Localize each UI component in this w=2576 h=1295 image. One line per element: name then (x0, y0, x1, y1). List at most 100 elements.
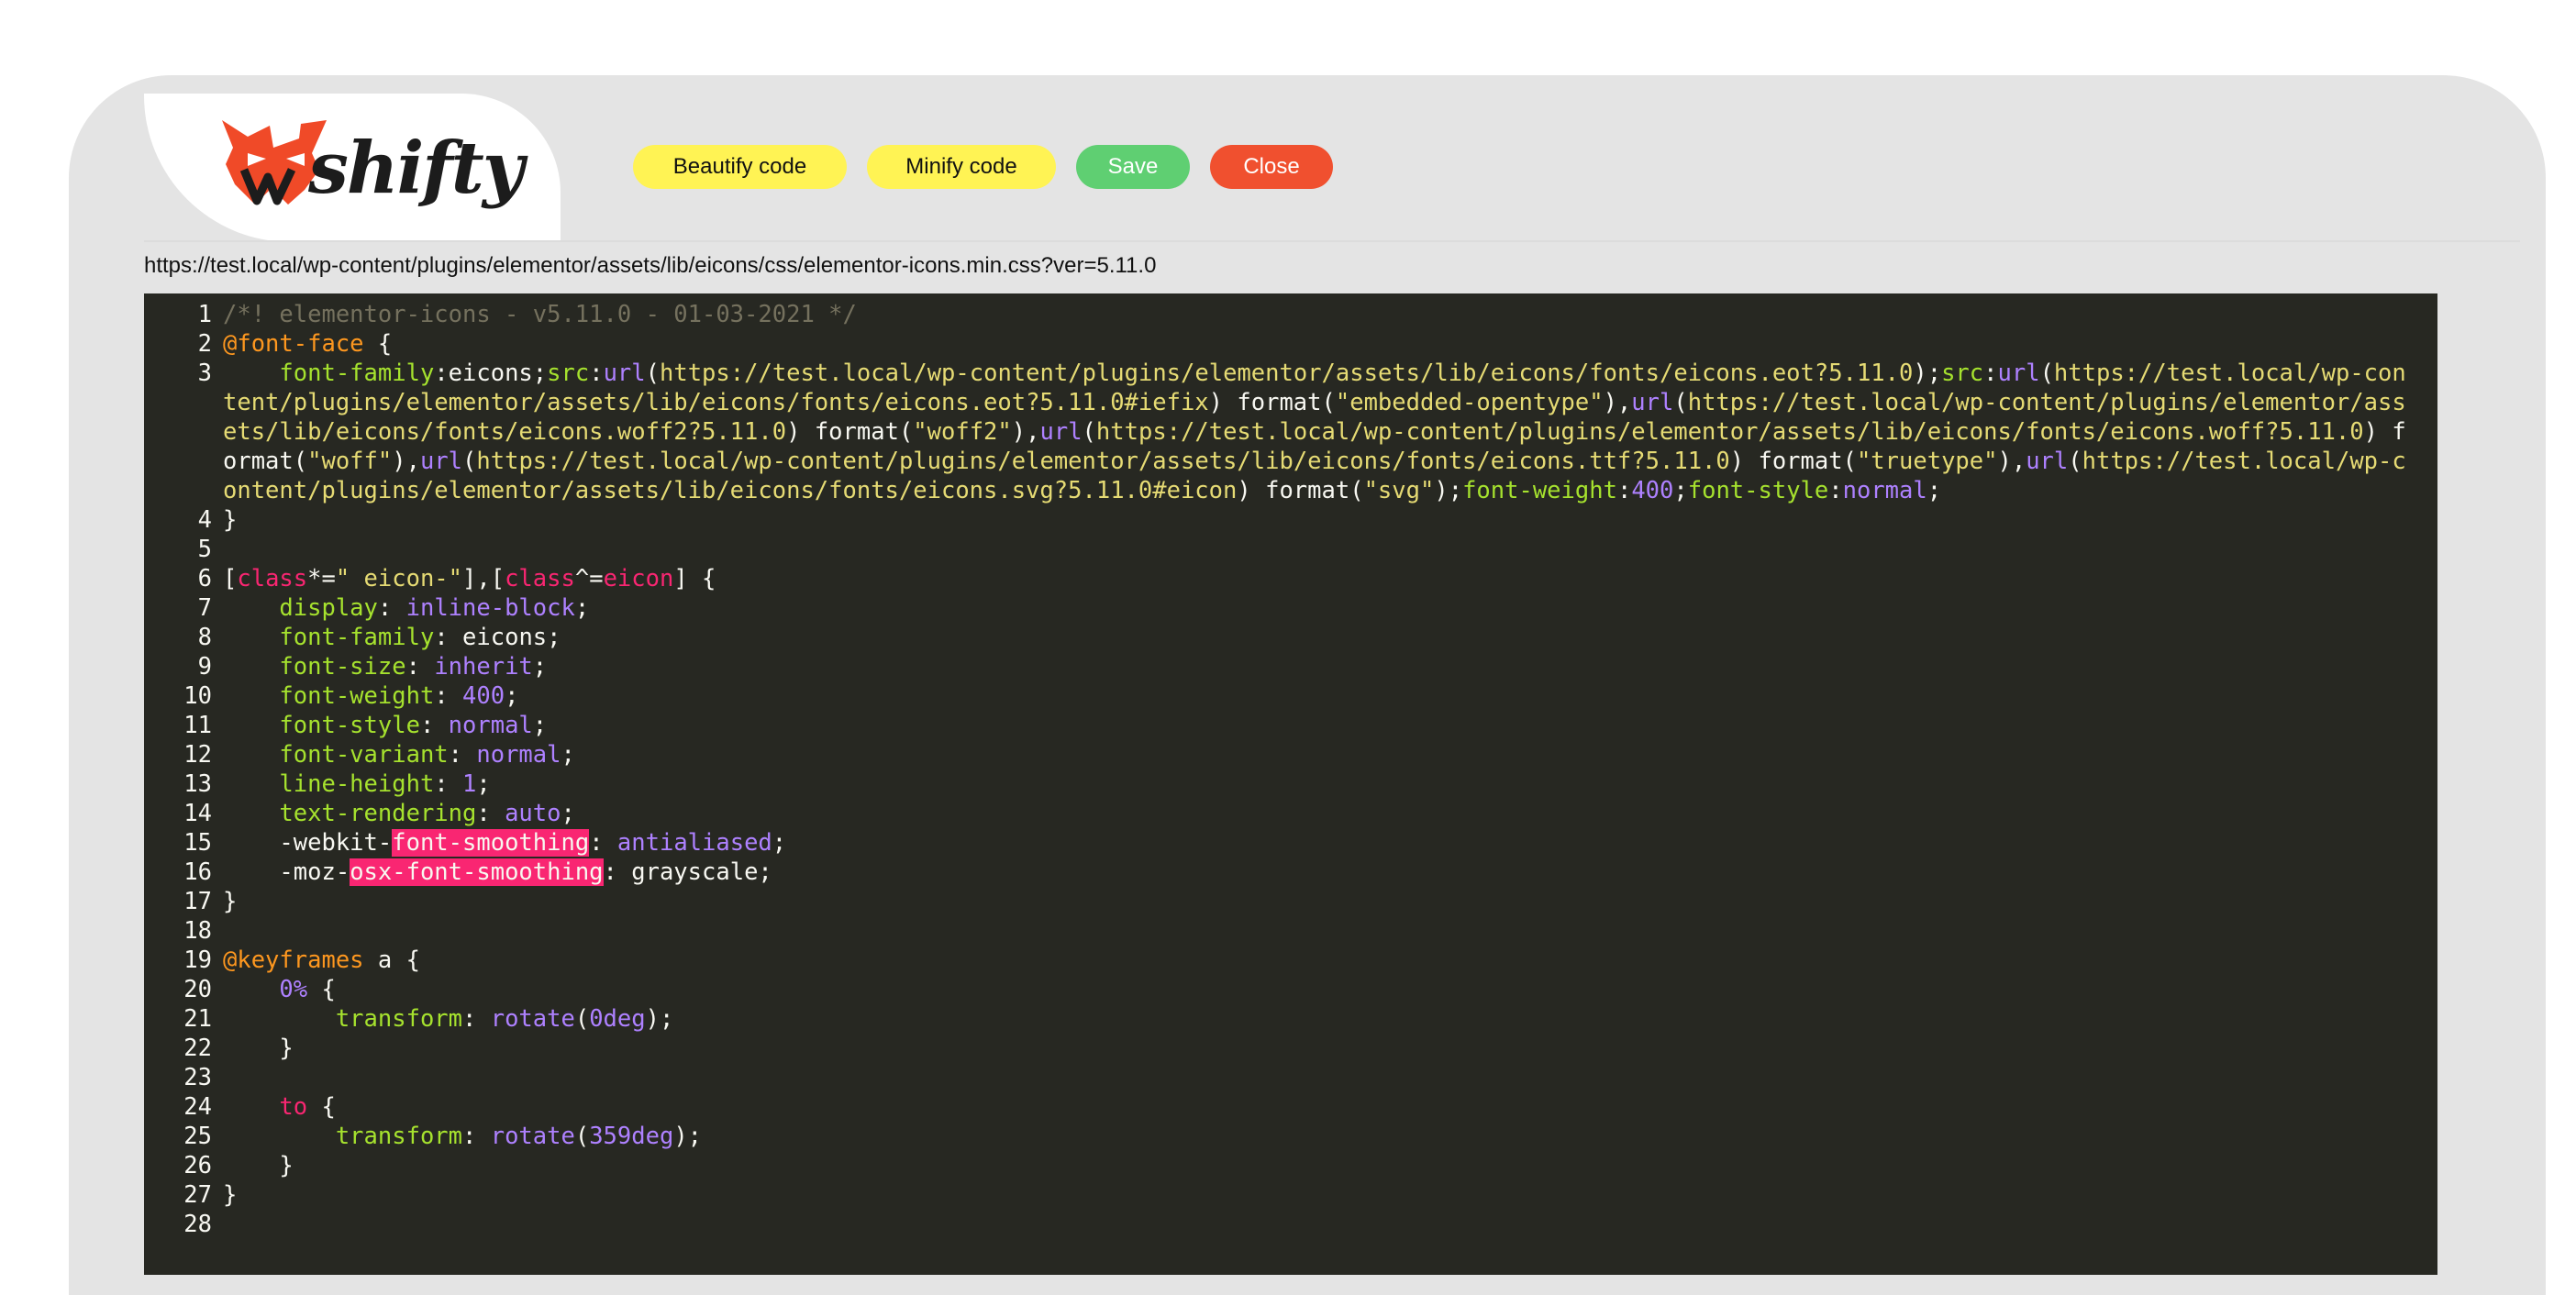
line-number: 27 (183, 1181, 212, 1209)
code-line[interactable]: 7 display: inline-block; (144, 593, 2437, 623)
code-line[interactable]: 6 [class*=" eicon-"],[class^=eicon] { (144, 564, 2437, 593)
code-lines: 1 /*! elementor-icons - v5.11.0 - 01-03-2… (144, 300, 2437, 1239)
code-line[interactable]: 11 font-style: normal; (144, 711, 2437, 740)
code-token: transform (335, 1005, 462, 1033)
line-code: } (223, 505, 2415, 535)
code-token: url (419, 448, 463, 475)
code-line[interactable]: 22 } (144, 1034, 2437, 1063)
code-token: } (223, 1181, 238, 1209)
code-token: "woff2" (913, 418, 1012, 446)
code-token: font-style (1687, 477, 1829, 504)
code-token: font-family (279, 624, 435, 651)
code-line[interactable]: 26 } (144, 1151, 2437, 1180)
line-number: 24 (183, 1093, 212, 1121)
line-code: font-style: normal; (223, 711, 2415, 740)
code-line[interactable]: 23 (144, 1063, 2437, 1092)
minify-code-button[interactable]: Minify code (867, 145, 1056, 189)
line-number: 12 (183, 741, 212, 769)
beautify-code-button[interactable]: Beautify code (633, 145, 847, 189)
code-token: url (1997, 360, 2040, 387)
code-token: url (1039, 418, 1083, 446)
code-token: : (434, 770, 463, 798)
code-token: 0% (279, 976, 308, 1003)
line-number: 4 (197, 506, 212, 534)
code-token: ; (547, 624, 561, 651)
code-line[interactable]: 13 line-height: 1; (144, 769, 2437, 799)
code-token: 400 (1631, 477, 1674, 504)
code-line[interactable]: 15 -webkit-font-smoothing: antialiased; (144, 828, 2437, 858)
code-token: : (462, 1123, 491, 1150)
code-line[interactable]: 9 font-size: inherit; (144, 652, 2437, 681)
code-token: a (363, 946, 406, 974)
code-token: ), (1997, 448, 2026, 475)
code-line[interactable]: 28 (144, 1210, 2437, 1239)
code-token: normal (448, 712, 533, 739)
code-line[interactable]: 16 -moz-osx-font-smoothing: grayscale; (144, 858, 2437, 887)
code-token: rotate (490, 1123, 575, 1150)
code-token: [ (223, 565, 238, 592)
code-line[interactable]: 12 font-variant: normal; (144, 740, 2437, 769)
code-token: ) (1237, 477, 1266, 504)
code-token: font-weight (279, 682, 435, 710)
code-token: : (603, 858, 632, 886)
code-line[interactable]: 27} (144, 1180, 2437, 1210)
code-line[interactable]: 18 (144, 916, 2437, 946)
code-token: ) (1208, 389, 1238, 416)
code-line[interactable]: 4} (144, 505, 2437, 535)
line-number: 3 (197, 360, 212, 387)
code-line[interactable]: 1 /*! elementor-icons - v5.11.0 - 01-03-2… (144, 300, 2437, 329)
code-token: font-family (279, 360, 435, 387)
code-token: ); (645, 1005, 674, 1033)
code-token: format (1265, 477, 1350, 504)
save-button[interactable]: Save (1076, 145, 1190, 189)
line-code: @font-face { (223, 329, 2415, 359)
code-line[interactable]: 14 text-rendering: auto; (144, 799, 2437, 828)
code-token: ( (1321, 389, 1336, 416)
code-token: { (307, 1093, 336, 1121)
line-code: } (223, 1151, 2415, 1180)
code-line[interactable]: 5 (144, 535, 2437, 564)
code-token: ( (898, 418, 914, 446)
code-editor[interactable]: 1 /*! elementor-icons - v5.11.0 - 01-03-2… (144, 293, 2437, 1275)
code-token: "embedded-opentype" (1335, 389, 1604, 416)
code-token: 1 (462, 770, 477, 798)
code-token: format (1758, 448, 1843, 475)
code-token: -webkit- (223, 829, 393, 857)
code-token: font-smoothing (392, 829, 590, 857)
code-line[interactable]: 8 font-family: eicons; (144, 623, 2437, 652)
close-button[interactable]: Close (1210, 145, 1333, 189)
code-token: { (405, 946, 420, 974)
code-line[interactable]: 24 to { (144, 1092, 2437, 1122)
code-token: ; (505, 682, 519, 710)
code-token: ; (772, 829, 787, 857)
code-token: display (279, 594, 378, 622)
line-number: 19 (183, 946, 212, 974)
code-line[interactable]: 2 @font-face { (144, 329, 2437, 359)
code-token: https://test.local/wp-content/plugins/el… (476, 448, 1730, 475)
code-token: font-size (279, 653, 406, 681)
line-number: 26 (183, 1152, 212, 1179)
code-token: ( (1673, 389, 1688, 416)
code-token: class (237, 565, 308, 592)
code-token: ( (293, 448, 308, 475)
code-token: : (462, 1005, 491, 1033)
code-line[interactable]: 21 transform: rotate(0deg); (144, 1004, 2437, 1034)
code-line[interactable]: 10 font-weight: 400; (144, 681, 2437, 711)
code-token: ); (673, 1123, 703, 1150)
code-line[interactable]: 3 font-family:eicons;src:url(https://tes… (144, 359, 2437, 505)
code-line[interactable]: 19 @keyframes a { (144, 946, 2437, 975)
line-number: 25 (183, 1123, 212, 1150)
code-line[interactable]: 25 transform: rotate(359deg); (144, 1122, 2437, 1151)
code-line[interactable]: 20 0% { (144, 975, 2437, 1004)
code-token: normal (476, 741, 561, 769)
code-line[interactable]: 17} (144, 887, 2437, 916)
code-token: format (1237, 389, 1322, 416)
code-token: src (547, 360, 590, 387)
line-number: 10 (183, 682, 212, 710)
code-token: inherit (434, 653, 533, 681)
